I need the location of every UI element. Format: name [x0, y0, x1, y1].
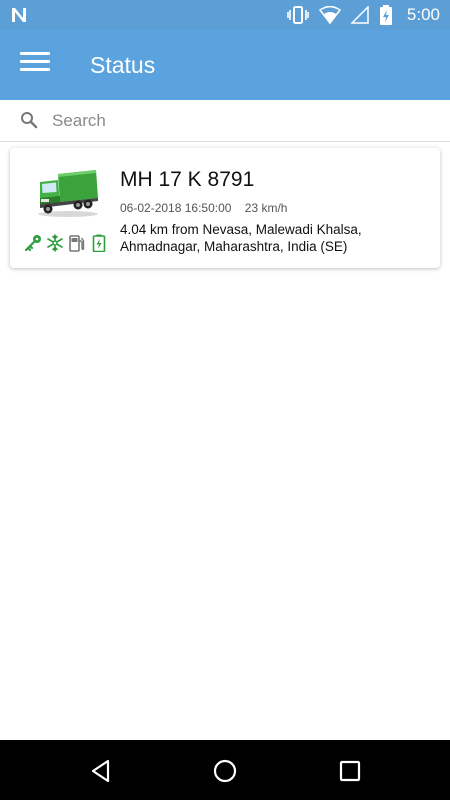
vehicle-card[interactable]: MH 17 K 8791 06-02-2018 16:50:00 23 km/h…	[10, 148, 440, 268]
vehicle-plate: MH 17 K 8791	[120, 168, 255, 191]
back-icon[interactable]	[88, 758, 114, 784]
vehicle-status-icons	[24, 234, 108, 252]
vehicle-speed: 23 km/h	[244, 201, 288, 215]
hamburger-menu-icon[interactable]	[20, 52, 50, 78]
recents-icon[interactable]	[337, 758, 363, 784]
search-input[interactable]	[52, 106, 432, 136]
system-nav-bar	[0, 740, 450, 800]
no-signal-icon	[350, 6, 369, 24]
ignition-key-icon	[24, 235, 41, 252]
wifi-icon	[318, 6, 341, 24]
clock: 5:00	[406, 5, 440, 24]
search-icon	[21, 112, 38, 129]
page-title: Status	[90, 52, 156, 78]
green-truck-icon	[38, 170, 98, 217]
battery-charging-icon	[379, 5, 392, 25]
status-bar: 5:00	[0, 0, 450, 30]
notification-n-icon	[12, 8, 26, 22]
vehicle-location: 4.04 km from Nevasa, Malewadi Khalsa, Ah…	[120, 222, 362, 254]
vehicle-meta: 06-02-2018 16:50:00 23 km/h	[120, 201, 287, 215]
search-bar	[0, 100, 450, 142]
vehicle-timestamp: 06-02-2018 16:50:00	[120, 201, 232, 215]
app-bar: Status	[0, 30, 450, 100]
vehicle-list: MH 17 K 8791 06-02-2018 16:50:00 23 km/h…	[0, 142, 450, 740]
vibrate-icon	[287, 6, 309, 24]
home-icon[interactable]	[212, 758, 238, 784]
battery-icon	[92, 234, 106, 252]
fuel-pump-icon	[69, 235, 85, 252]
ac-snowflake-icon	[47, 234, 63, 252]
status-icons: 5:00	[287, 0, 440, 30]
